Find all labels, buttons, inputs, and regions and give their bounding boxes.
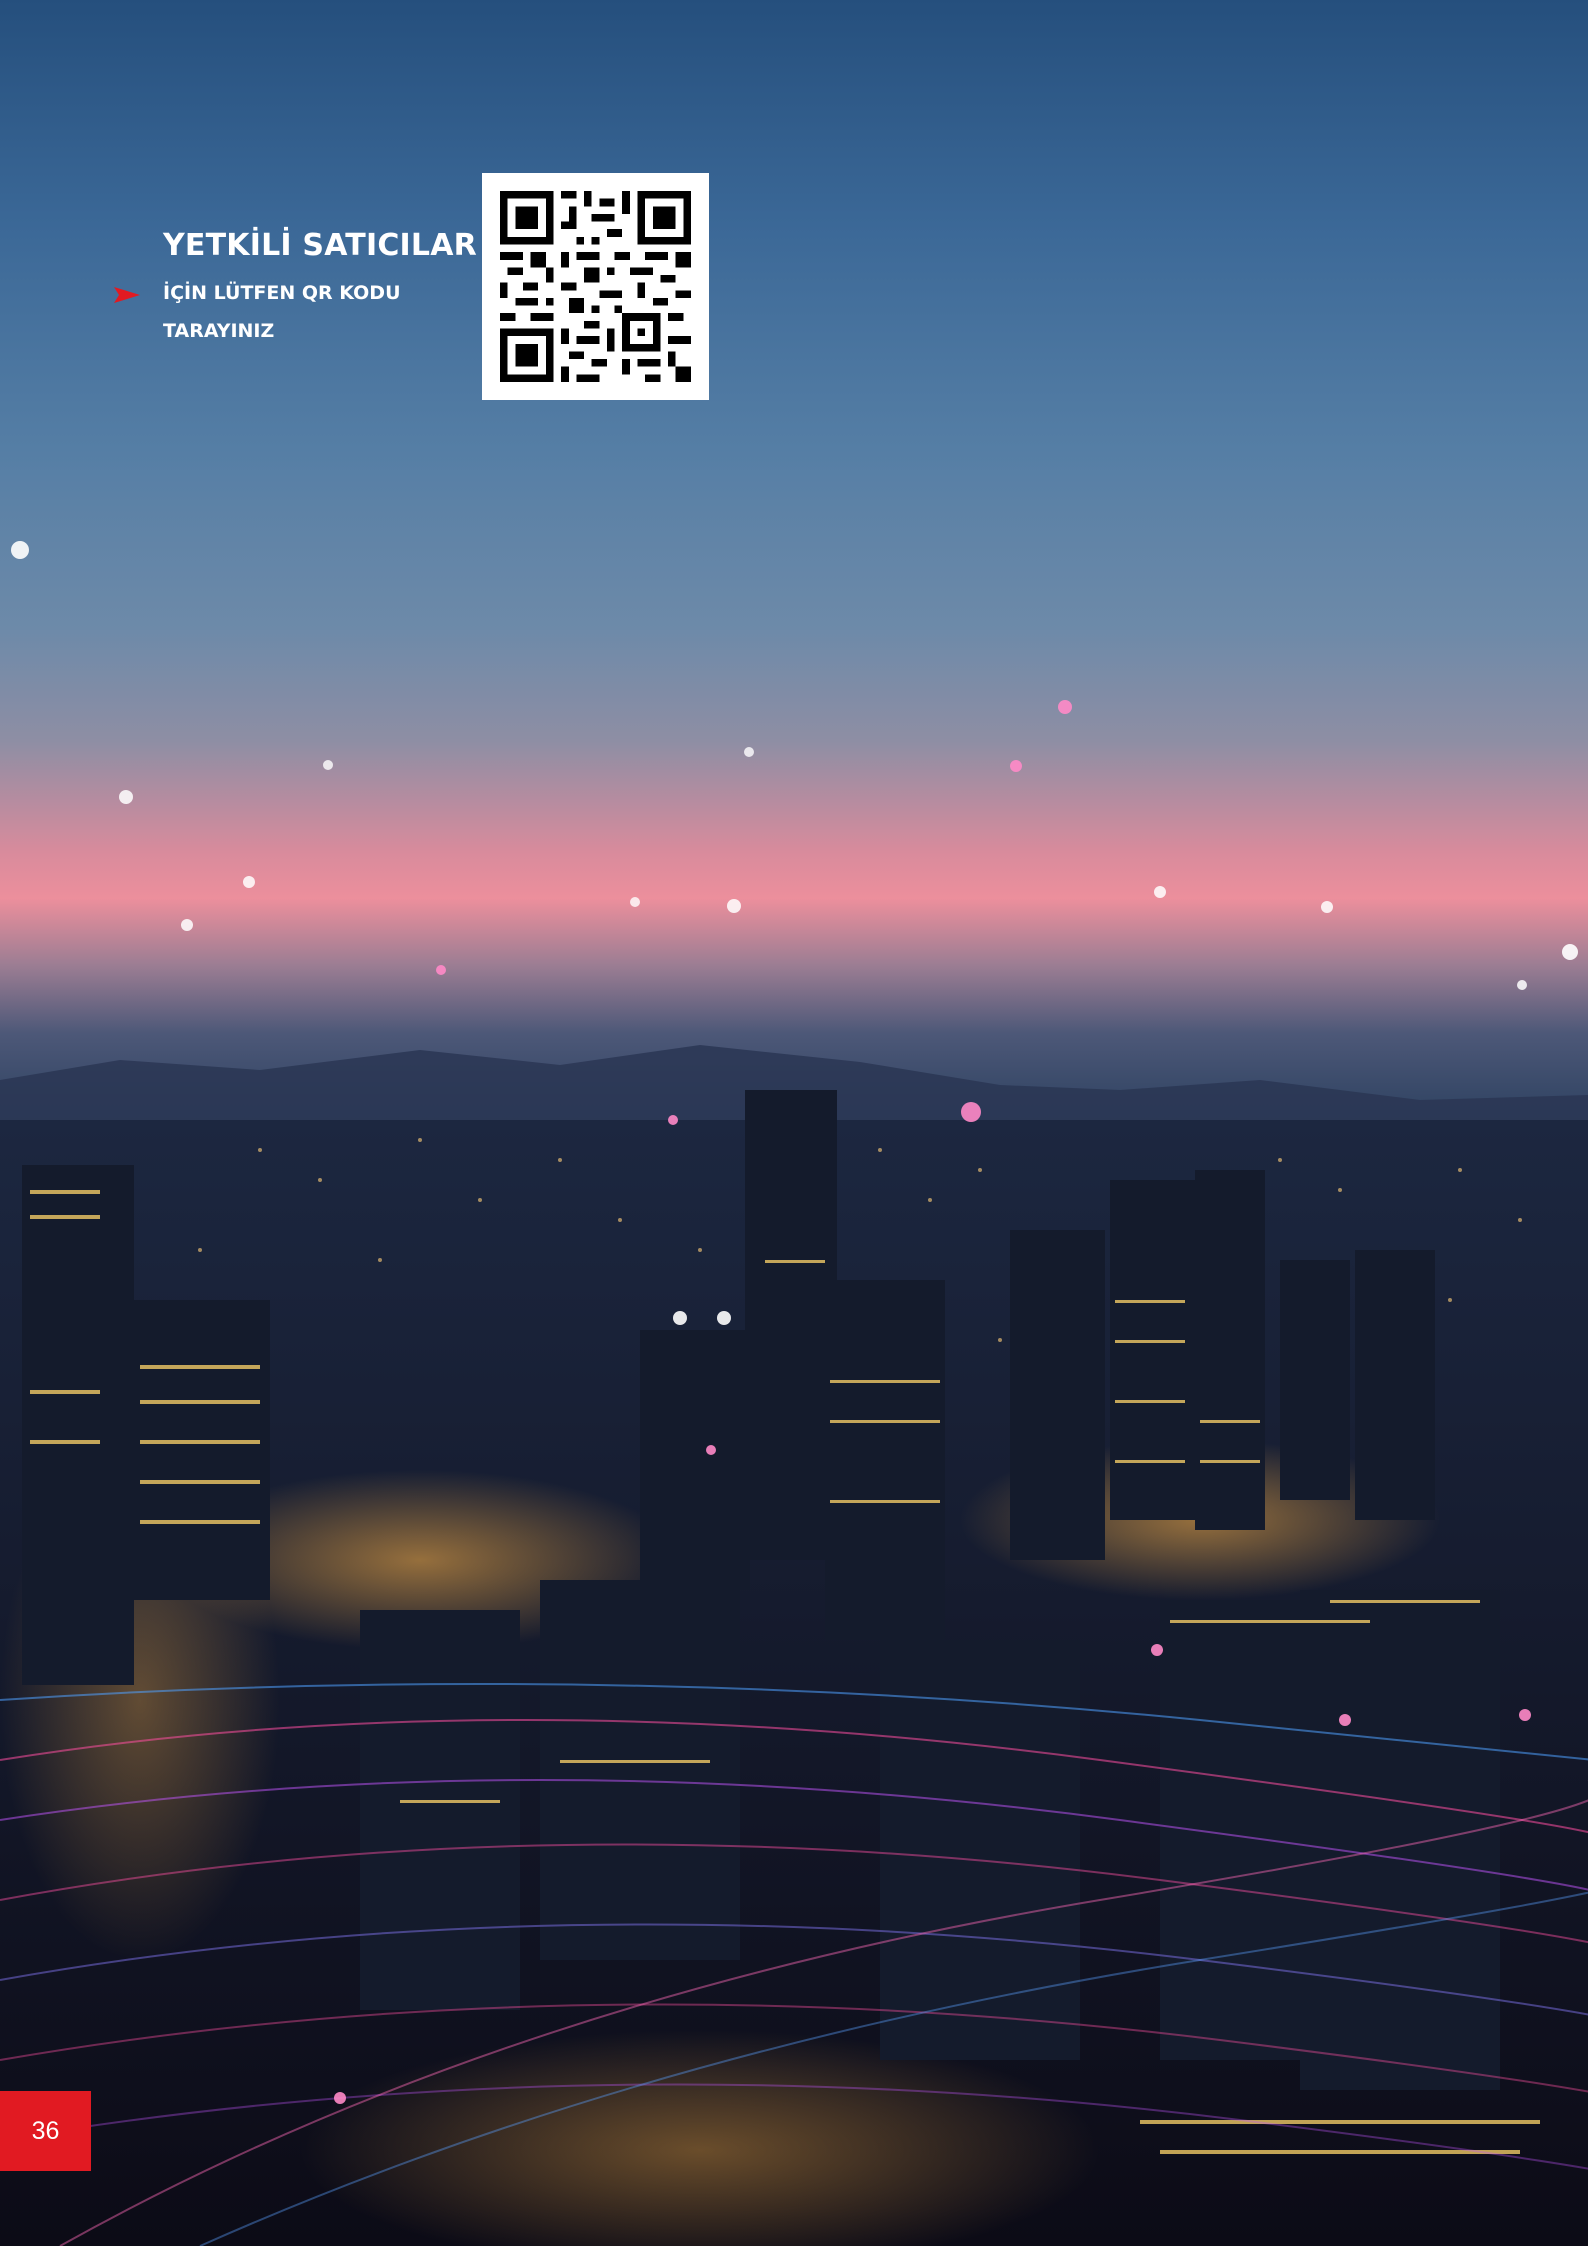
page-title: YETKİLİ SATICILAR (163, 228, 477, 263)
qr-instruction-line-2: TARAYINIZ (163, 320, 275, 342)
brochure-page: YETKİLİ SATICILAR İÇİN LÜTFEN QR KODU TA… (0, 0, 1588, 2246)
page-number-badge: 36 (0, 2091, 91, 2171)
page-number: 36 (31, 2116, 60, 2145)
qr-code-panel[interactable] (482, 173, 709, 400)
qr-instruction-line-1: İÇİN LÜTFEN QR KODU (163, 282, 401, 304)
pointer-arrow-icon (114, 287, 140, 303)
qr-code-icon[interactable] (500, 191, 691, 382)
